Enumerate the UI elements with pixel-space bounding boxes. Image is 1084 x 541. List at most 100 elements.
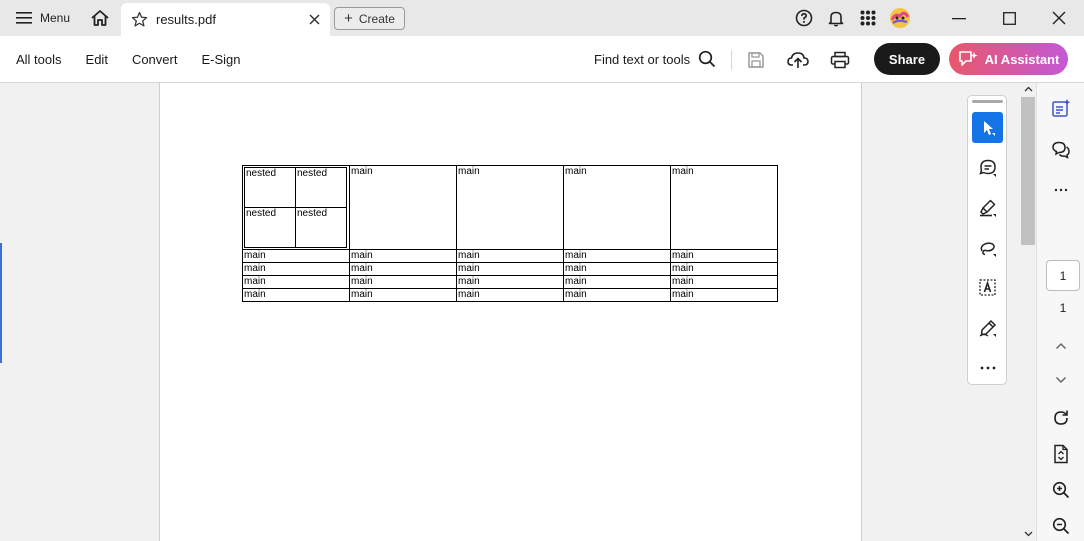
- main-toolbar: All tools Edit Convert E-Sign Find text …: [0, 36, 1084, 83]
- table-cell: main: [242, 288, 350, 302]
- hamburger-icon: [16, 12, 32, 24]
- toolbar-divider: [731, 50, 732, 70]
- avatar[interactable]: [884, 0, 916, 36]
- rotate-icon[interactable]: [1045, 403, 1077, 433]
- text-tool-button[interactable]: [972, 272, 1003, 303]
- star-icon[interactable]: [131, 11, 148, 28]
- table-cell: main: [670, 275, 778, 289]
- vertical-scrollbar[interactable]: [1020, 83, 1036, 541]
- menu-e-sign[interactable]: E-Sign: [189, 52, 252, 67]
- table-cell: main: [563, 165, 671, 250]
- maximize-icon: [1002, 11, 1016, 25]
- save-icon[interactable]: [741, 45, 771, 75]
- table-cell: main: [670, 262, 778, 276]
- total-pages: 1: [1059, 301, 1067, 315]
- quick-tools-palette: [967, 95, 1007, 385]
- menu-button[interactable]: Menu: [0, 0, 80, 36]
- menu-edit[interactable]: Edit: [74, 52, 120, 67]
- table-cell: main: [349, 288, 457, 302]
- table-cell: main: [456, 249, 564, 263]
- sign-tool-button[interactable]: [972, 312, 1003, 343]
- nested-row: nested nested: [244, 207, 347, 248]
- generative-summary-icon[interactable]: [1045, 93, 1077, 123]
- document-tab[interactable]: results.pdf: [121, 3, 330, 36]
- find-text-or-tools[interactable]: Find text or tools: [594, 36, 716, 82]
- minimize-icon: [952, 18, 966, 20]
- highlight-tool-button[interactable]: [972, 192, 1003, 223]
- close-window-button[interactable]: [1034, 0, 1084, 36]
- table-cell: main: [456, 165, 564, 250]
- help-icon[interactable]: [788, 0, 820, 36]
- draw-tool-button[interactable]: [972, 232, 1003, 263]
- highlighter-icon: [979, 199, 996, 217]
- comments-panel-icon[interactable]: [1045, 135, 1077, 165]
- table-cell: main: [242, 262, 350, 276]
- text-box-icon: [978, 278, 996, 296]
- freehand-loop-icon: [980, 241, 996, 257]
- previous-page-chevron-up-icon[interactable]: [1045, 331, 1077, 361]
- nested-cell: nested: [244, 167, 296, 208]
- right-rail: 1 1: [1036, 83, 1084, 541]
- table-cell: main: [349, 275, 457, 289]
- share-button[interactable]: Share: [874, 43, 940, 75]
- ai-assistant-button[interactable]: AI Assistant: [949, 43, 1068, 75]
- plus-icon: +: [344, 10, 353, 27]
- palette-drag-handle[interactable]: [972, 100, 1003, 103]
- close-tab-icon[interactable]: [309, 14, 320, 25]
- minimize-button[interactable]: [934, 0, 984, 36]
- create-button[interactable]: + Create: [334, 7, 405, 30]
- table-cell: main: [242, 249, 350, 263]
- table-cell: main: [456, 288, 564, 302]
- left-panel-edge: [0, 243, 2, 363]
- scroll-down-arrow-icon[interactable]: [1020, 528, 1036, 540]
- pdf-page[interactable]: nested nested nested nested main main ma…: [159, 83, 862, 541]
- nested-table-cell: nested nested nested nested: [242, 165, 350, 250]
- main-table: nested nested nested nested main main ma…: [242, 165, 778, 302]
- table-row: nested nested nested nested main main ma…: [242, 165, 778, 250]
- close-icon: [1052, 11, 1066, 25]
- cloud-upload-icon[interactable]: [783, 45, 813, 75]
- window-controls: [788, 0, 1084, 36]
- table-cell: main: [563, 275, 671, 289]
- table-cell: main: [670, 165, 778, 250]
- home-icon: [91, 10, 109, 26]
- current-page-input[interactable]: 1: [1046, 260, 1080, 291]
- search-icon: [698, 50, 716, 68]
- menu-label: Menu: [40, 11, 71, 25]
- scroll-thumb[interactable]: [1021, 97, 1035, 245]
- table-cell: main: [563, 249, 671, 263]
- table-cell: main: [563, 288, 671, 302]
- more-tools-button[interactable]: [972, 352, 1003, 383]
- select-tool-button[interactable]: [972, 112, 1003, 143]
- page-fit-icon[interactable]: [1045, 439, 1077, 469]
- table-row: main main main main main: [242, 275, 778, 289]
- create-label: Create: [358, 11, 395, 26]
- nested-table: nested nested nested nested: [244, 167, 347, 248]
- scroll-up-arrow-icon[interactable]: [1020, 83, 1036, 95]
- print-icon[interactable]: [825, 45, 855, 75]
- zoom-out-icon[interactable]: [1045, 511, 1077, 541]
- document-viewer[interactable]: nested nested nested nested main main ma…: [0, 83, 1020, 541]
- table-cell: main: [670, 249, 778, 263]
- comment-tool-button[interactable]: [972, 152, 1003, 183]
- menu-convert[interactable]: Convert: [120, 52, 190, 67]
- table-row: main main main main main: [242, 262, 778, 276]
- next-page-chevron-down-icon[interactable]: [1045, 365, 1077, 395]
- ai-assistant-icon: [958, 51, 978, 66]
- find-label: Find text or tools: [594, 51, 691, 67]
- apps-grid-icon[interactable]: [852, 0, 884, 36]
- ai-assistant-label: AI Assistant: [984, 51, 1060, 67]
- home-button[interactable]: [80, 0, 120, 36]
- menu-all-tools[interactable]: All tools: [0, 52, 74, 67]
- nested-row: nested nested: [244, 167, 347, 208]
- more-options-icon[interactable]: [1045, 175, 1077, 205]
- table-row: main main main main main: [242, 288, 778, 302]
- table-cell: main: [456, 262, 564, 276]
- maximize-button[interactable]: [984, 0, 1034, 36]
- table-cell: main: [242, 275, 350, 289]
- notification-bell-icon[interactable]: [820, 0, 852, 36]
- table-cell: main: [670, 288, 778, 302]
- nested-cell: nested: [295, 167, 347, 208]
- cursor-arrow-icon: [983, 120, 995, 136]
- zoom-in-icon[interactable]: [1045, 475, 1077, 505]
